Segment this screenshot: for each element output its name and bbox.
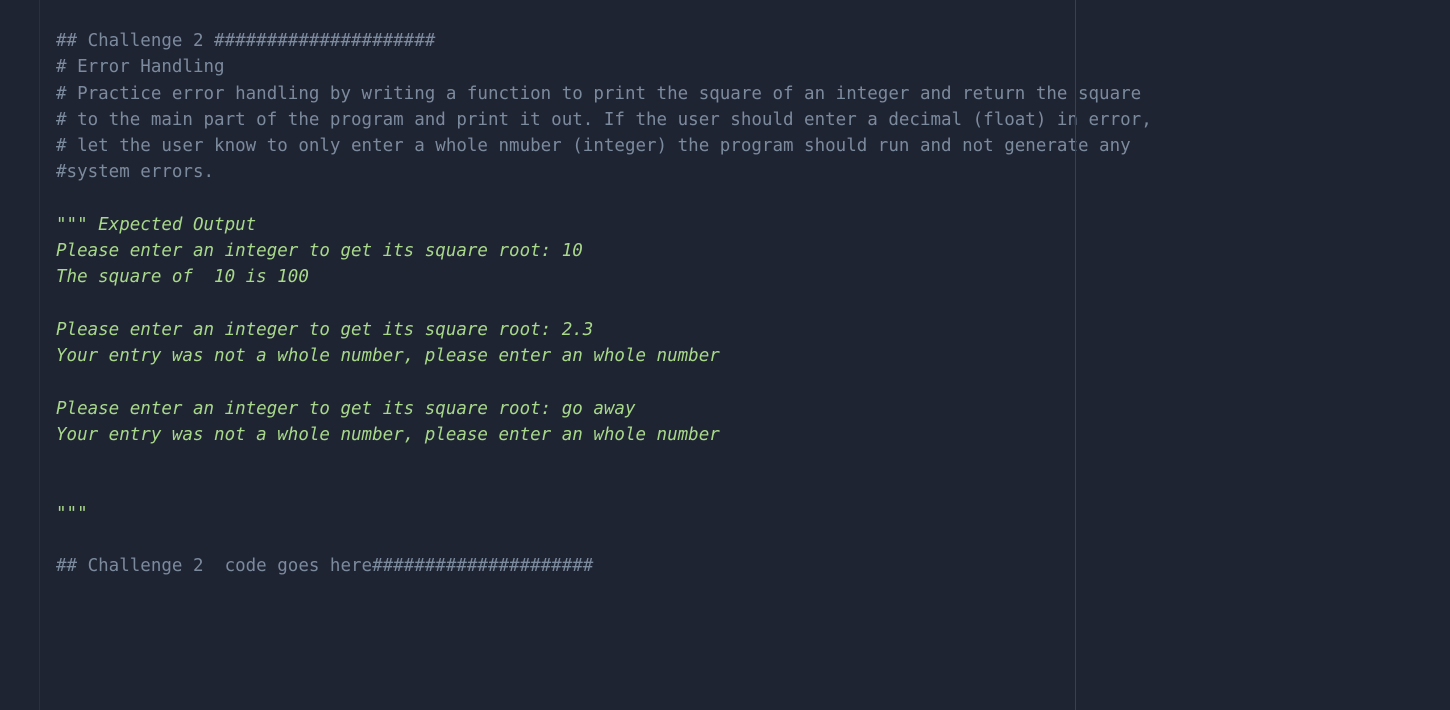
code-line[interactable]: # Error Handling — [56, 54, 1450, 80]
code-line[interactable]: Your entry was not a whole number, pleas… — [56, 422, 1450, 448]
code-line[interactable]: Please enter an integer to get its squar… — [56, 396, 1450, 422]
code-line[interactable]: # to the main part of the program and pr… — [56, 107, 1450, 133]
code-line[interactable]: """ — [56, 501, 1450, 527]
code-line[interactable] — [56, 527, 1450, 553]
code-line[interactable]: Please enter an integer to get its squar… — [56, 238, 1450, 264]
code-editor[interactable]: ## Challenge 2 ###################### Er… — [40, 0, 1450, 710]
code-line[interactable]: #system errors. — [56, 159, 1450, 185]
code-line[interactable] — [56, 369, 1450, 395]
vertical-scrollbar[interactable] — [1436, 0, 1448, 710]
code-line[interactable] — [56, 474, 1450, 500]
line-gutter — [0, 0, 40, 710]
code-line[interactable]: # Practice error handling by writing a f… — [56, 81, 1450, 107]
code-line[interactable] — [56, 186, 1450, 212]
code-line[interactable] — [56, 291, 1450, 317]
code-line[interactable]: ## Challenge 2 code goes here###########… — [56, 553, 1450, 579]
code-line[interactable]: # let the user know to only enter a whol… — [56, 133, 1450, 159]
code-line[interactable]: """ Expected Output — [56, 212, 1450, 238]
code-line[interactable]: ## Challenge 2 ##################### — [56, 28, 1450, 54]
code-line[interactable]: The square of 10 is 100 — [56, 264, 1450, 290]
code-line[interactable]: Please enter an integer to get its squar… — [56, 317, 1450, 343]
code-line[interactable]: Your entry was not a whole number, pleas… — [56, 343, 1450, 369]
code-line[interactable] — [56, 448, 1450, 474]
